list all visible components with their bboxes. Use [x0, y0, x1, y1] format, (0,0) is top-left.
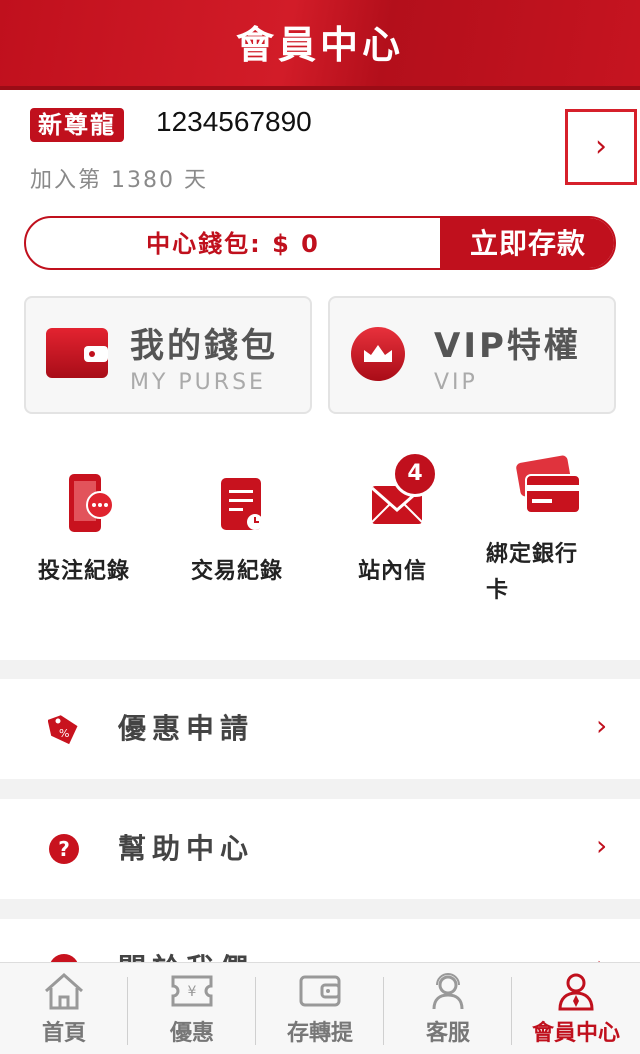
tab-label: 客服 — [425, 1021, 470, 1046]
svg-text:¥: ¥ — [188, 984, 197, 1000]
menu-label: 幫助中心 — [118, 832, 255, 865]
bind-bank-card-label: 綁定銀行卡 — [486, 542, 579, 603]
discount-tag-icon: % — [48, 715, 78, 745]
home-icon — [45, 972, 83, 1010]
vip-title: VIP特權 — [434, 326, 581, 366]
my-purse-title: 我的錢包 — [130, 326, 278, 366]
menu-row-help-center[interactable]: ? 幫助中心 › — [0, 799, 640, 899]
my-purse-subtitle: MY PURSE — [130, 370, 266, 395]
tab-promotions[interactable]: ¥ 優惠 — [128, 963, 256, 1054]
menu-label: 優惠申請 — [118, 712, 255, 745]
unread-count-badge: 4 — [392, 451, 438, 497]
deposit-now-button[interactable]: 立即存款 — [440, 218, 614, 268]
my-purse-card[interactable]: 我的錢包 MY PURSE — [24, 296, 312, 414]
wallet-icon — [46, 328, 108, 378]
crown-icon — [351, 327, 405, 381]
profile-detail-button[interactable]: › — [565, 109, 637, 185]
app-header: 會員中心 — [0, 0, 640, 90]
shortcut-label: 站內信 — [358, 559, 428, 584]
shortcut-label: 投注紀錄 — [38, 559, 131, 584]
document-clock-icon — [221, 478, 263, 530]
tab-label: 優惠 — [169, 1021, 214, 1046]
member-icon — [558, 973, 594, 1011]
tab-label: 會員中心 — [531, 1021, 620, 1046]
tab-label: 存轉提 — [286, 1021, 353, 1046]
shortcut-bind-bank-card[interactable]: 綁定銀行卡 — [484, 455, 624, 605]
svg-text:?: ? — [58, 837, 70, 861]
svg-text:%: % — [59, 727, 69, 740]
member-level-badge: 新尊龍 — [30, 108, 124, 142]
wallet-outline-icon — [299, 975, 341, 1007]
vip-subtitle: VIP — [434, 370, 478, 395]
center-wallet-bar: 中心錢包: $ 0 立即存款 — [24, 216, 616, 270]
phone-chat-icon — [69, 474, 114, 532]
bank-card-icon — [516, 455, 581, 514]
shortcut-transaction-records[interactable]: 交易紀錄 — [175, 470, 315, 600]
coupon-icon: ¥ — [171, 975, 213, 1007]
headset-icon — [432, 973, 464, 1010]
vip-card[interactable]: VIP特權 VIP — [328, 296, 616, 414]
user-id: 1234567890 — [156, 106, 312, 137]
shortcut-bet-records[interactable]: 投注紀錄 — [20, 470, 160, 600]
shortcut-label: 交易紀錄 — [191, 559, 284, 584]
join-days-text: 加入第 1380 天 — [30, 168, 208, 193]
page-title: 會員中心 — [235, 23, 404, 67]
tab-home[interactable]: 首頁 — [0, 963, 128, 1054]
tab-customer-service[interactable]: 客服 — [384, 963, 512, 1054]
tab-deposit-transfer-withdraw[interactable]: 存轉提 — [256, 963, 384, 1054]
center-wallet-balance: 中心錢包: $ 0 — [146, 230, 320, 258]
help-icon: ? — [49, 834, 79, 864]
menu-row-promotion-apply[interactable]: % 優惠申請 › — [0, 679, 640, 779]
chevron-right-icon: › — [596, 709, 608, 742]
shortcut-label: 綁定銀行卡 — [486, 537, 598, 609]
chevron-right-icon: › — [596, 829, 608, 862]
bottom-tab-bar: 首頁 ¥ 優惠 存轉提 客服 會員中心 — [0, 962, 640, 1054]
tab-member-center[interactable]: 會員中心 — [512, 963, 640, 1054]
tab-label: 首頁 — [41, 1021, 86, 1046]
